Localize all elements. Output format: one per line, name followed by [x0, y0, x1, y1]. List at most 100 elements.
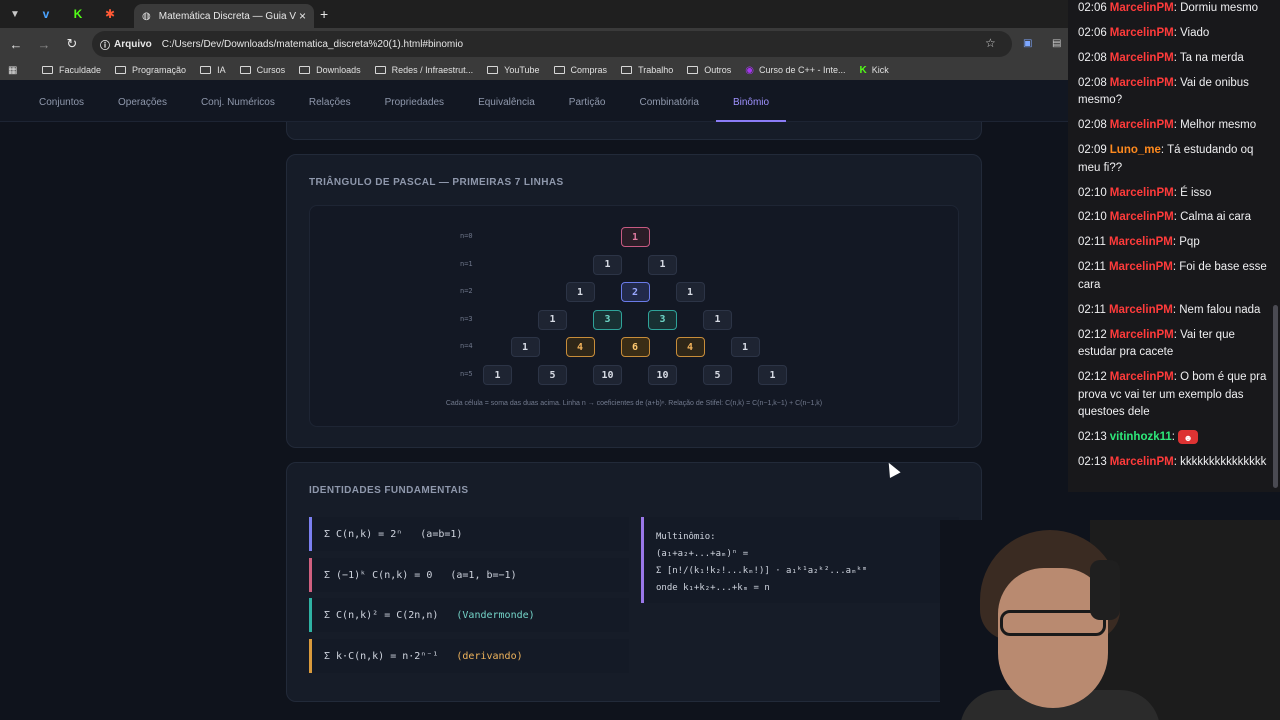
nav-particao[interactable]: Partição [552, 84, 623, 122]
bookmark-ia[interactable]: IA [200, 65, 226, 75]
bookmark-redes[interactable]: Redes / Infraestrut... [374, 65, 473, 75]
back-button[interactable]: ← [2, 37, 30, 52]
site-info-chip[interactable]: ⓘ Arquivo [100, 37, 152, 52]
bookmark-downloads[interactable]: Downloads [299, 65, 361, 75]
pinned-tab-v[interactable]: v [30, 0, 62, 28]
chat-username[interactable]: MarcelinPM [1110, 119, 1174, 131]
identity-note: (a=b=1) [420, 528, 463, 540]
tab-bar: ▼ v K ✱ ◍ Matemática Discreta — Guia V ×… [0, 0, 1068, 28]
chat-username[interactable]: Luno_me [1110, 144, 1161, 156]
folder-icon [621, 66, 633, 74]
bookmark-star-icon[interactable]: ☆ [985, 36, 996, 50]
pascal-row-label: n=2 [460, 287, 473, 296]
chat-message: 02:13 MarcelinPM: kkkkkkkkkkkkkkk [1078, 454, 1270, 472]
bookmark-faculdade[interactable]: Faculdade [42, 65, 101, 75]
multinomial-box: Multinômio: (a₁+a₂+...+aₘ)ⁿ = Σ [n!/(k₁!… [641, 517, 959, 603]
nav-relacoes[interactable]: Relações [292, 84, 368, 122]
nav-conjuntos[interactable]: Conjuntos [22, 84, 101, 122]
chat-scrollbar[interactable] [1273, 305, 1278, 488]
nav-combinatoria[interactable]: Combinatória [622, 84, 715, 122]
close-tab-icon[interactable]: × [299, 9, 306, 23]
bookmark-label: IA [217, 65, 226, 75]
folder-icon [115, 66, 127, 74]
pascal-row-label: n=5 [460, 370, 473, 378]
multinomial-line: (a₁+a₂+...+aₘ)ⁿ = [656, 549, 749, 559]
identity-note: (a=1, b=−1) [450, 569, 517, 581]
chat-message: 02:13 vitinhozk11: ☻ [1078, 429, 1270, 447]
nav-conj-numericos[interactable]: Conj. Numéricos [184, 84, 292, 122]
chat-username[interactable]: MarcelinPM [1109, 261, 1173, 273]
chat-timestamp: 02:12 [1078, 328, 1107, 341]
pascal-cell: 1 [648, 254, 677, 275]
multinomial-line: onde k₁+k₂+...+kₘ = n [656, 583, 770, 593]
bookmark-curso-cpp[interactable]: ◉ Curso de C++ - Inte... [745, 65, 845, 76]
pascal-cell: 1 [483, 365, 512, 385]
chat-username[interactable]: MarcelinPM [1110, 329, 1174, 341]
identity-formula: Σ C(n,k) = 2ⁿ [324, 528, 403, 540]
chat-text: Calma ai cara [1180, 211, 1252, 224]
bookmark-programacao[interactable]: Programação [115, 65, 186, 75]
forward-button[interactable]: → [30, 37, 58, 52]
chat-username[interactable]: MarcelinPM [1110, 187, 1174, 199]
pascal-title: TRIÂNGULO DE PASCAL — PRIMEIRAS 7 LINHAS [309, 177, 564, 188]
bookmark-kick[interactable]: K Kick [860, 65, 889, 76]
bookmarks-bar: ▦ Faculdade Programação IA Cursos Downlo… [0, 60, 1068, 80]
nav-binomio[interactable]: Binômio [715, 84, 787, 122]
folder-icon [553, 66, 565, 74]
nav-equivalencia[interactable]: Equivalência [461, 84, 552, 122]
bookmark-label: Cursos [256, 65, 286, 75]
chat-message: 02:06 MarcelinPM: Dormiu mesmo [1078, 0, 1270, 18]
pascal-cell: 2 [620, 282, 650, 303]
tab-search-icon[interactable]: ▼ [0, 0, 30, 28]
nav-operacoes[interactable]: Operações [101, 84, 184, 122]
chat-username[interactable]: MarcelinPM [1110, 52, 1174, 64]
address-bar[interactable]: ⓘ Arquivo C:/Users/Dev/Downloads/matemati… [92, 31, 1012, 57]
chat-text: Ta na merda [1179, 51, 1244, 64]
folder-icon [239, 66, 251, 74]
bookmark-label: Downloads [316, 65, 361, 75]
pascal-row-label: n=0 [460, 232, 473, 240]
pascal-cell: 4 [565, 337, 595, 358]
translate-extension-icon[interactable]: ▣ [1023, 38, 1032, 49]
active-tab[interactable]: ◍ Matemática Discreta — Guia V × [134, 4, 314, 28]
pascal-cell: 5 [703, 365, 732, 385]
pascal-row-label: n=1 [460, 259, 473, 268]
pinned-tab-star[interactable]: ✱ [94, 0, 126, 28]
chat-timestamp: 02:11 [1078, 261, 1106, 274]
chat-username[interactable]: MarcelinPM [1109, 304, 1173, 316]
udemy-icon: ◉ [745, 64, 754, 76]
chat-timestamp: 02:06 [1078, 2, 1107, 14]
pascal-note: Cada célula = soma das duas acima. Linha… [445, 400, 823, 407]
pinned-tab-k[interactable]: K [62, 0, 94, 28]
chat-message: 02:08 MarcelinPM: Vai de onibus mesmo? [1078, 75, 1270, 110]
info-icon: ⓘ [100, 40, 110, 52]
extension-icon[interactable]: ▤ [1052, 38, 1061, 49]
bookmark-outros[interactable]: Outros [687, 65, 731, 75]
folder-icon [200, 66, 212, 74]
chat-username[interactable]: MarcelinPM [1109, 236, 1173, 248]
pascal-row-label: n=3 [460, 314, 473, 323]
reload-button[interactable]: ↻ [58, 36, 86, 52]
bookmark-youtube[interactable]: YouTube [487, 65, 540, 75]
new-tab-button[interactable]: + [320, 6, 328, 22]
bookmark-cursos[interactable]: Cursos [239, 65, 286, 75]
chat-timestamp: 02:10 [1078, 211, 1107, 224]
bookmark-label: Curso de C++ - Inte... [759, 65, 846, 75]
chat-username[interactable]: MarcelinPM [1110, 77, 1174, 89]
nav-propriedades[interactable]: Propriedades [368, 84, 461, 122]
apps-grid-icon[interactable]: ▦ [8, 65, 28, 76]
pascal-cell: 1 [703, 309, 732, 330]
chat-username[interactable]: MarcelinPM [1110, 456, 1174, 468]
chat-username[interactable]: MarcelinPM [1110, 211, 1174, 223]
chat-username[interactable]: MarcelinPM [1110, 2, 1174, 14]
chat-timestamp: 02:11 [1078, 236, 1106, 249]
bookmark-compras[interactable]: Compras [553, 65, 608, 75]
bookmark-trabalho[interactable]: Trabalho [621, 65, 673, 75]
chat-timestamp: 02:13 [1078, 456, 1107, 469]
chat-username[interactable]: MarcelinPM [1110, 371, 1174, 383]
chat-username[interactable]: vitinhozk11 [1110, 431, 1172, 443]
folder-icon [42, 66, 53, 74]
identity-formula: Σ k·C(n,k) = n·2ⁿ⁻¹ [324, 650, 439, 662]
chat-username[interactable]: MarcelinPM [1110, 27, 1174, 39]
bookmark-label: Compras [570, 65, 608, 75]
